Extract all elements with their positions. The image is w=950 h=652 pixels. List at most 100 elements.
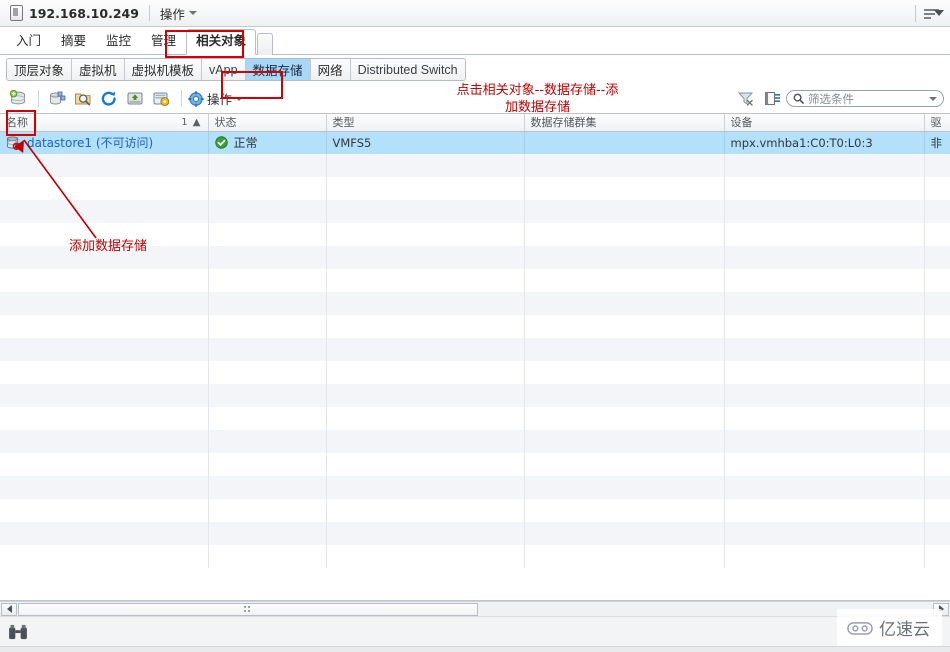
cloud-logo-icon: [847, 622, 873, 635]
register-vm-button[interactable]: [45, 88, 69, 110]
cell-type: VMFS5: [326, 131, 525, 154]
table-empty-row[interactable]: [0, 177, 950, 200]
tab-related-objects[interactable]: 相关对象: [186, 29, 257, 55]
refresh-button[interactable]: [97, 88, 121, 110]
list-menu-icon[interactable]: [924, 6, 944, 22]
empty-cell: [924, 384, 950, 407]
chevron-down-icon: [188, 11, 197, 15]
empty-cell: [0, 154, 209, 177]
add-datastore-button[interactable]: [6, 88, 30, 110]
column-header-device[interactable]: 设备: [724, 114, 925, 132]
horizontal-scrollbar[interactable]: [0, 601, 950, 616]
empty-cell: [524, 522, 725, 545]
scrollbar-track[interactable]: [18, 602, 932, 616]
empty-cell: [924, 269, 950, 292]
subtab-datastores[interactable]: 数据存储: [245, 59, 311, 80]
cell-name[interactable]: datastore1 (不可访问): [0, 131, 209, 154]
empty-cell: [924, 177, 950, 200]
toolbar-actions-menu[interactable]: 操作: [188, 89, 244, 108]
add-datastore-icon: [9, 90, 25, 105]
table-empty-row[interactable]: [0, 453, 950, 476]
table-empty-row[interactable]: [0, 545, 950, 568]
table-empty-row[interactable]: [0, 522, 950, 545]
table-empty-row[interactable]: [0, 292, 950, 315]
datastore-name-link[interactable]: datastore1 (不可访问): [27, 134, 153, 151]
subtab-top-level-objects[interactable]: 顶层对象: [7, 59, 73, 80]
empty-cell: [208, 545, 327, 568]
table-empty-row[interactable]: [0, 361, 950, 384]
empty-cell: [326, 269, 525, 292]
subtab-virtual-machines[interactable]: 虚拟机: [72, 59, 125, 80]
empty-cell: [724, 315, 925, 338]
increase-capacity-icon: [127, 92, 143, 105]
toolbar-actions-label: 操作: [207, 92, 233, 107]
table-empty-row[interactable]: [0, 338, 950, 361]
empty-cell: [724, 384, 925, 407]
table-empty-row[interactable]: [0, 384, 950, 407]
empty-cell: [326, 499, 525, 522]
titlebar-actions-menu[interactable]: 操作: [160, 4, 197, 23]
clear-filter-button[interactable]: [734, 88, 758, 110]
tab-overflow-stub[interactable]: [257, 33, 274, 55]
subtab-vapp[interactable]: vApp: [202, 59, 246, 80]
empty-cell: [0, 361, 209, 384]
binoculars-icon[interactable]: [8, 624, 28, 640]
empty-cell: [326, 223, 525, 246]
empty-cell: [924, 223, 950, 246]
empty-cell: [524, 223, 725, 246]
column-header-type[interactable]: 类型: [326, 114, 525, 132]
empty-cell: [724, 246, 925, 269]
increase-capacity-button[interactable]: [123, 88, 147, 110]
table-empty-rows: [0, 154, 950, 568]
empty-cell: [0, 453, 209, 476]
empty-cell: [524, 476, 725, 499]
filter-search-box[interactable]: [786, 90, 944, 107]
scroll-left-button[interactable]: [1, 602, 17, 616]
tab-getting-started[interactable]: 入门: [6, 29, 51, 54]
table-empty-row[interactable]: [0, 430, 950, 453]
tab-manage[interactable]: 管理: [141, 29, 186, 54]
column-header-name[interactable]: 名称 1 ▲: [0, 114, 209, 132]
table-row[interactable]: datastore1 (不可访问) 正常 VMFS5 mpx.vmhba1:C0…: [0, 131, 950, 154]
empty-cell: [0, 269, 209, 292]
empty-cell: [0, 476, 209, 499]
empty-cell: [724, 499, 925, 522]
subtab-distributed-switch[interactable]: Distributed Switch: [350, 59, 465, 80]
table-empty-row[interactable]: [0, 315, 950, 338]
empty-cell: [326, 407, 525, 430]
table-empty-row[interactable]: [0, 269, 950, 292]
sort-indicator: 1 ▲: [181, 116, 202, 128]
datastore-grid: 名称 1 ▲ 状态 类型 数据存储群集 设备 驱 datastore1 (不可访…: [0, 114, 950, 568]
table-empty-row[interactable]: [0, 154, 950, 177]
annotation-text-path: 点击相关对象--数据存储--添 加数据存储: [456, 83, 619, 115]
manage-storage-providers-icon: [153, 92, 170, 107]
table-empty-row[interactable]: [0, 200, 950, 223]
manage-storage-providers-button[interactable]: [149, 88, 173, 110]
empty-cell: [208, 430, 327, 453]
empty-cell: [326, 292, 525, 315]
chevron-down-icon[interactable]: [929, 96, 937, 101]
column-header-datastore-cluster[interactable]: 数据存储群集: [524, 114, 725, 132]
column-header-drive-type[interactable]: 驱: [924, 114, 950, 132]
empty-cell: [724, 476, 925, 499]
empty-cell: [208, 361, 327, 384]
tab-summary[interactable]: 摘要: [51, 29, 96, 54]
toolbar-divider-2: [181, 90, 182, 107]
empty-cell: [326, 476, 525, 499]
empty-cell: [208, 476, 327, 499]
browse-datastore-button[interactable]: [71, 88, 95, 110]
table-empty-row[interactable]: [0, 476, 950, 499]
search-input[interactable]: [808, 91, 925, 106]
table-empty-row[interactable]: [0, 499, 950, 522]
subtab-vm-templates[interactable]: 虚拟机模板: [124, 59, 203, 80]
table-empty-row[interactable]: [0, 407, 950, 430]
subtab-networks[interactable]: 网络: [310, 59, 351, 80]
export-list-button[interactable]: [760, 88, 784, 110]
empty-cell: [524, 246, 725, 269]
empty-cell: [924, 292, 950, 315]
column-header-status[interactable]: 状态: [208, 114, 327, 132]
scrollbar-thumb[interactable]: [18, 602, 478, 616]
empty-cell: [924, 246, 950, 269]
empty-cell: [326, 154, 525, 177]
tab-monitor[interactable]: 监控: [96, 29, 141, 54]
